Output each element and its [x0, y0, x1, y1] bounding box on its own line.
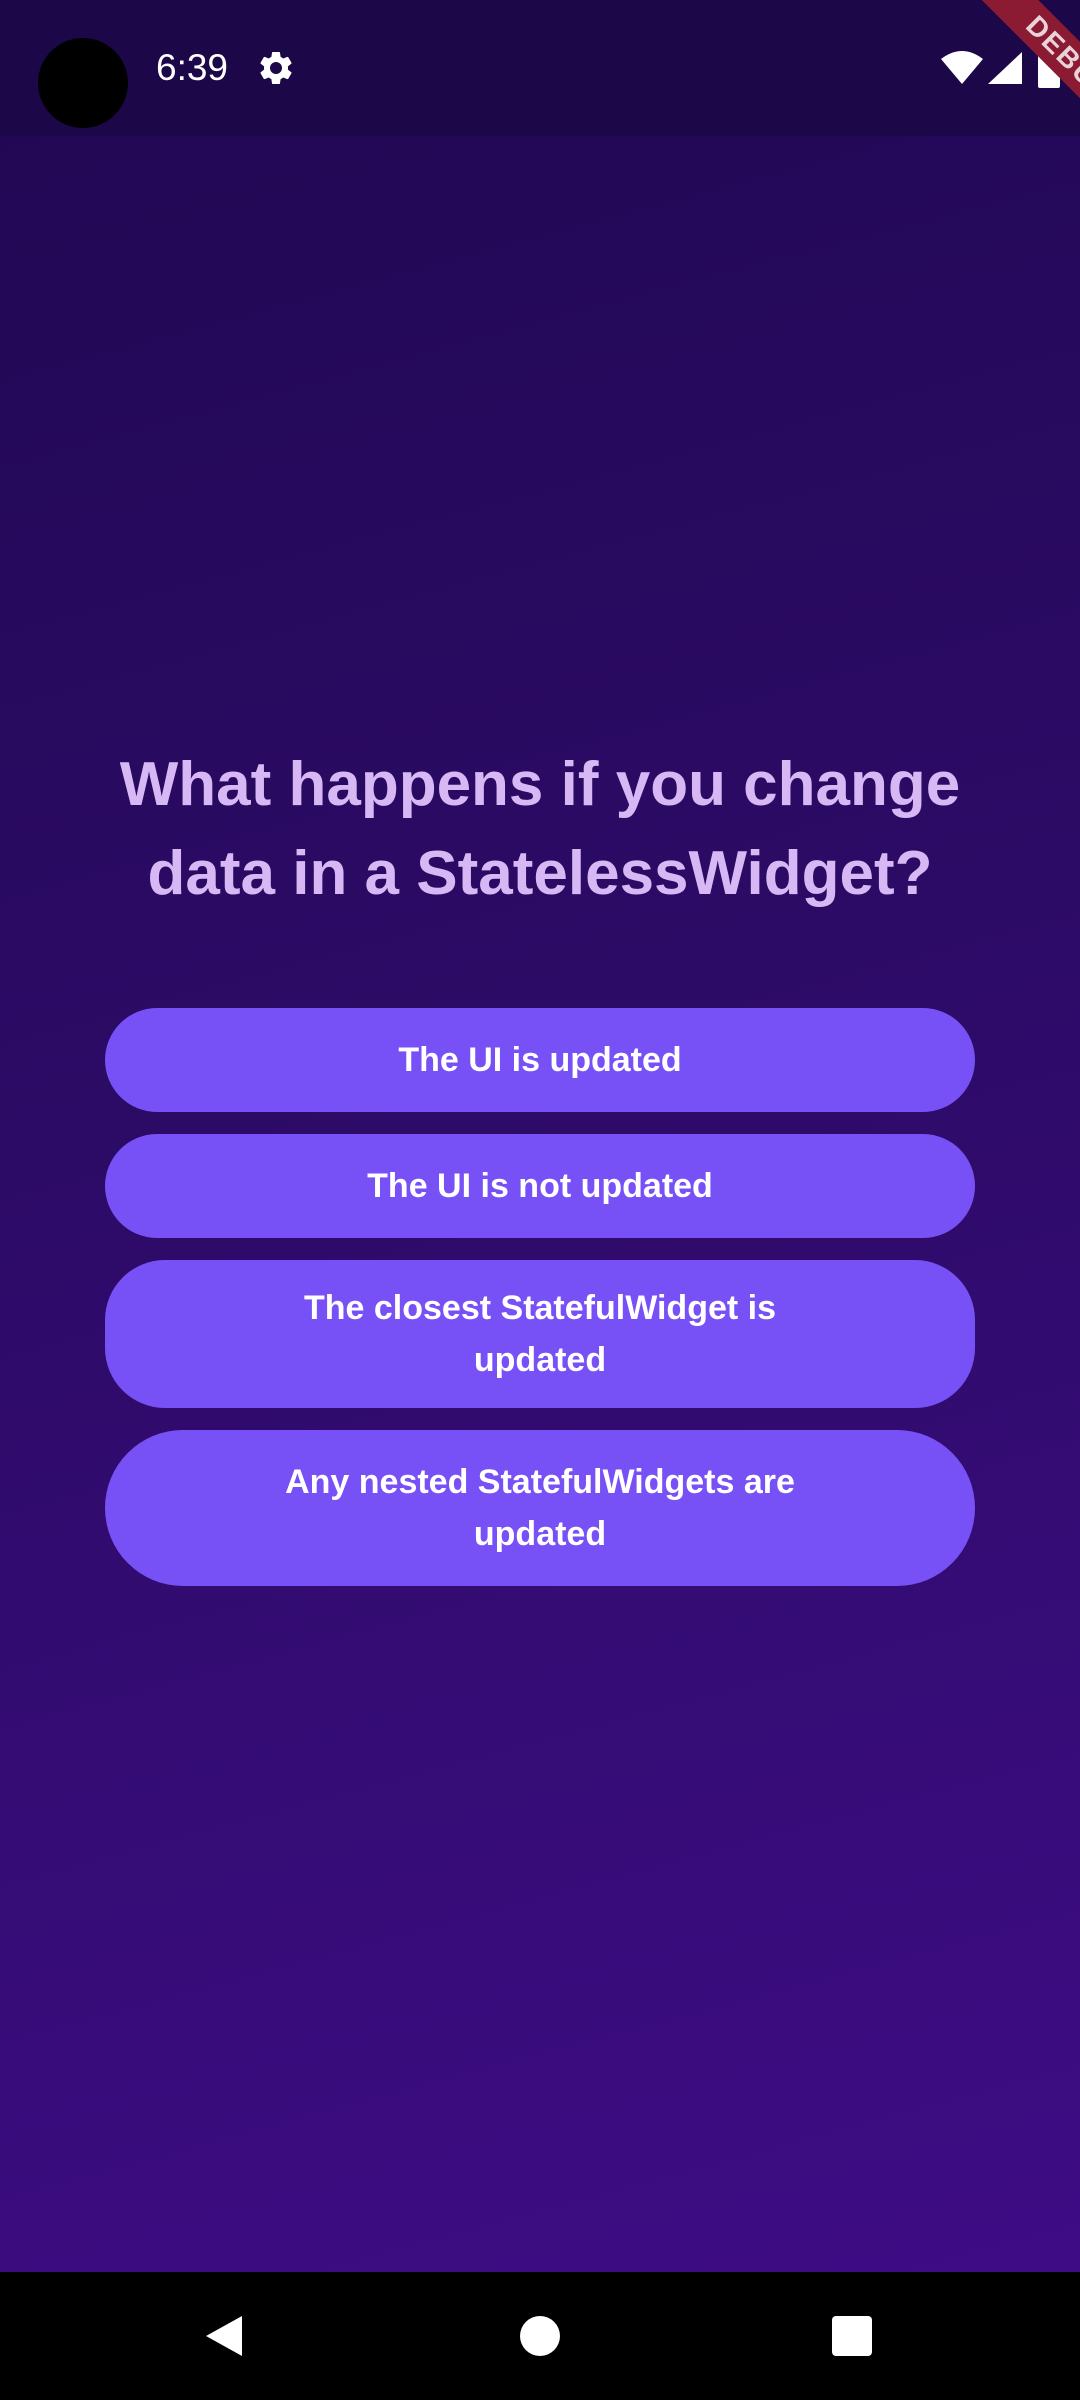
battery-icon — [1038, 48, 1060, 88]
answer-button-2[interactable]: The UI is not updated — [105, 1134, 975, 1238]
back-icon[interactable] — [204, 2314, 244, 2358]
quiz-question: What happens if you change data in a Sta… — [119, 750, 961, 908]
recents-icon[interactable] — [832, 2316, 872, 2356]
home-icon[interactable] — [520, 2316, 560, 2356]
system-navigation-bar — [0, 2272, 1080, 2400]
app-screen: 6:39 DEBUG What happens if you change da… — [0, 0, 1080, 2272]
answer-button-3[interactable]: The closest StatefulWidget is updated — [105, 1260, 975, 1408]
answer-button-1[interactable]: The UI is updated — [105, 1008, 975, 1112]
gear-icon — [260, 51, 292, 84]
front-camera-cutout — [38, 38, 128, 128]
status-time: 6:39 — [156, 47, 229, 88]
status-bar: 6:39 — [0, 0, 1080, 136]
answer-button-4[interactable]: Any nested StatefulWidgets are updated — [105, 1430, 975, 1586]
cellular-signal-icon — [988, 52, 1022, 84]
answer-list: The UI is updated The UI is not updated … — [105, 1008, 975, 1586]
wifi-icon — [941, 51, 983, 84]
